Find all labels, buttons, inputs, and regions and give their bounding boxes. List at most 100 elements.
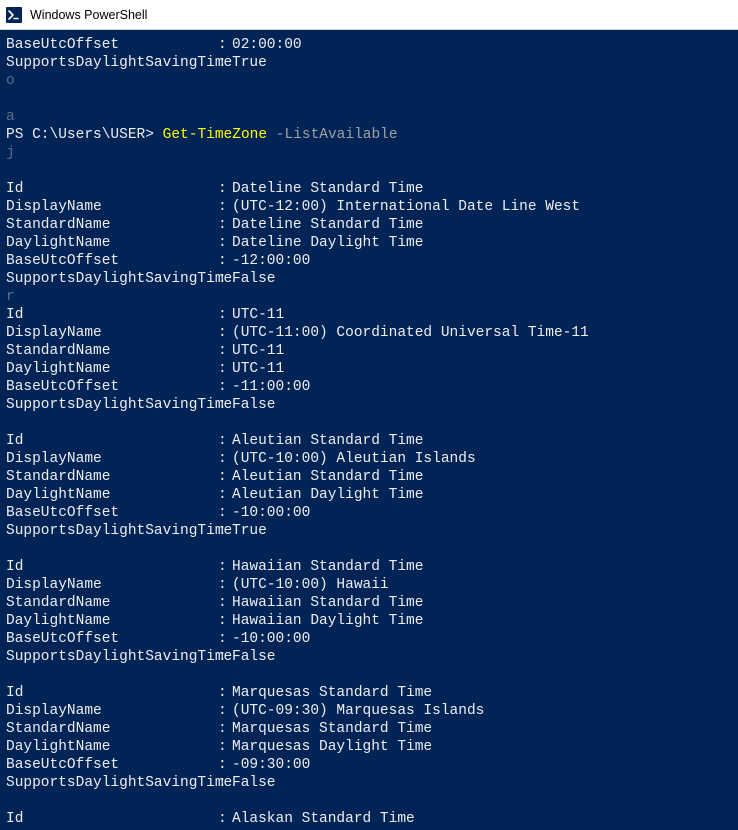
property-value: Dateline Daylight Time [232, 234, 423, 252]
property-key: BaseUtcOffset [6, 630, 218, 648]
prompt-path: PS C:\Users\USER> [6, 126, 163, 144]
property-key: DaylightName [6, 738, 218, 756]
property-separator: : [218, 216, 232, 234]
property-key: StandardName [6, 342, 218, 360]
property-value: 02:00:00 [232, 36, 302, 54]
powershell-icon [6, 7, 22, 23]
property-separator: : [218, 684, 232, 702]
property-separator: : [218, 774, 232, 792]
property-separator: : [218, 396, 232, 414]
property-value: UTC-11 [232, 342, 284, 360]
blank-line [6, 162, 732, 180]
property-key: BaseUtcOffset [6, 252, 218, 270]
property-separator: : [218, 810, 232, 828]
property-key: BaseUtcOffset [6, 504, 218, 522]
property-separator: : [218, 558, 232, 576]
property-separator: : [218, 576, 232, 594]
property-separator: : [218, 594, 232, 612]
property-value: -10:00:00 [232, 630, 310, 648]
property-row: SupportsDaylightSavingTime: False [6, 648, 732, 666]
property-value: Hawaiian Standard Time [232, 558, 423, 576]
property-key: StandardName [6, 468, 218, 486]
property-value: (UTC-10:00) Aleutian Islands [232, 450, 476, 468]
property-key: SupportsDaylightSavingTime [6, 648, 218, 666]
property-row: Id : Alaskan Standard Time [6, 810, 732, 828]
property-value: Dateline Standard Time [232, 180, 423, 198]
property-separator: : [218, 270, 232, 288]
terminal-output[interactable]: BaseUtcOffset : 02:00:00 SupportsDaylight… [0, 30, 738, 830]
property-separator: : [218, 180, 232, 198]
blank-line [6, 666, 732, 684]
property-key: BaseUtcOffset [6, 756, 218, 774]
property-key: DisplayName [6, 450, 218, 468]
property-row: DaylightName : Marquesas Daylight Time [6, 738, 732, 756]
property-key: DaylightName [6, 486, 218, 504]
property-separator: : [218, 702, 232, 720]
property-value: Alaskan Standard Time [232, 810, 415, 828]
property-row: BaseUtcOffset : -11:00:00 [6, 378, 732, 396]
property-row: SupportsDaylightSavingTime: False [6, 270, 732, 288]
property-separator: : [218, 252, 232, 270]
property-value: Marquesas Standard Time [232, 684, 432, 702]
property-separator: : [218, 198, 232, 216]
property-row: DisplayName : (UTC-10:00) Aleutian Islan… [6, 450, 732, 468]
property-row: BaseUtcOffset : -09:30:00 [6, 756, 732, 774]
blank-line [6, 414, 732, 432]
property-row: DisplayName : (UTC-10:00) Hawaii [6, 576, 732, 594]
property-value: Hawaiian Daylight Time [232, 612, 423, 630]
property-separator: : [218, 756, 232, 774]
property-separator: : [218, 738, 232, 756]
property-value: UTC-11 [232, 360, 284, 378]
property-value: False [232, 270, 276, 288]
property-value: (UTC-10:00) Hawaii [232, 576, 389, 594]
property-separator: : [218, 630, 232, 648]
property-row: DaylightName : Hawaiian Daylight Time [6, 612, 732, 630]
property-value: Hawaiian Standard Time [232, 594, 423, 612]
property-value: -09:30:00 [232, 756, 310, 774]
property-row: Id : Marquesas Standard Time [6, 684, 732, 702]
property-key: Id [6, 180, 218, 198]
truncation-marker: a [6, 108, 732, 126]
property-separator: : [218, 504, 232, 522]
property-separator: : [218, 306, 232, 324]
property-key: DisplayName [6, 702, 218, 720]
property-row: BaseUtcOffset : -10:00:00 [6, 504, 732, 522]
property-separator: : [218, 648, 232, 666]
property-separator: : [218, 468, 232, 486]
property-value: Marquesas Standard Time [232, 720, 432, 738]
property-value: (UTC-11:00) Coordinated Universal Time-1… [232, 324, 589, 342]
window-titlebar[interactable]: Windows PowerShell [0, 0, 738, 30]
property-separator: : [218, 522, 232, 540]
property-value: Dateline Standard Time [232, 216, 423, 234]
prompt-command: Get-TimeZone [163, 126, 276, 144]
property-key: BaseUtcOffset [6, 36, 218, 54]
property-separator: : [218, 360, 232, 378]
property-row: StandardName : UTC-11 [6, 342, 732, 360]
property-separator: : [218, 54, 232, 72]
property-key: DaylightName [6, 360, 218, 378]
property-row: StandardName : Dateline Standard Time [6, 216, 732, 234]
property-row: Id : Aleutian Standard Time [6, 432, 732, 450]
property-key: SupportsDaylightSavingTime [6, 54, 218, 72]
property-row: DaylightName : Dateline Daylight Time [6, 234, 732, 252]
property-value: (UTC-09:30) Marquesas Islands [232, 702, 484, 720]
property-value: Aleutian Standard Time [232, 468, 423, 486]
property-separator: : [218, 378, 232, 396]
property-key: StandardName [6, 720, 218, 738]
truncation-marker: o [6, 72, 732, 90]
property-row: Id : Dateline Standard Time [6, 180, 732, 198]
property-row: Id : UTC-11 [6, 306, 732, 324]
truncation-marker: j [6, 144, 732, 162]
property-value: False [232, 648, 276, 666]
property-row: SupportsDaylightSavingTime: False [6, 396, 732, 414]
property-value: False [232, 774, 276, 792]
property-row: DisplayName : (UTC-12:00) International … [6, 198, 732, 216]
blank-line [6, 540, 732, 558]
property-separator: : [218, 324, 232, 342]
truncation-marker: r [6, 288, 732, 306]
property-key: Id [6, 684, 218, 702]
property-separator: : [218, 234, 232, 252]
property-key: DisplayName [6, 198, 218, 216]
property-separator: : [218, 450, 232, 468]
property-key: DaylightName [6, 234, 218, 252]
